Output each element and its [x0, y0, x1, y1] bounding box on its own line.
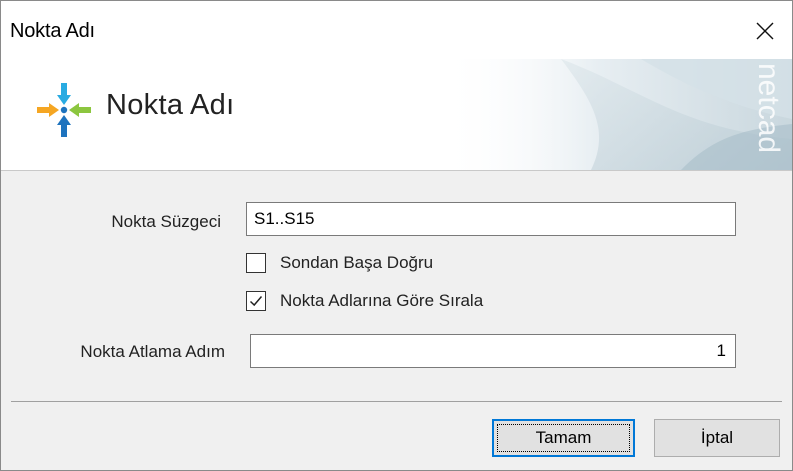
cancel-button[interactable]: İptal — [654, 419, 780, 457]
focus-rectangle — [497, 424, 630, 452]
reverse-order-label[interactable]: Sondan Başa Doğru — [280, 253, 433, 273]
watermark-text: netcad — [752, 63, 785, 153]
reverse-order-checkbox[interactable] — [246, 253, 266, 273]
footer-separator — [11, 401, 782, 402]
sort-by-name-label[interactable]: Nokta Adlarına Göre Sırala — [280, 291, 483, 311]
point-step-input[interactable] — [250, 334, 736, 368]
close-button[interactable] — [740, 1, 792, 59]
banner-title: Nokta Adı — [106, 89, 235, 121]
header-banner: netcad Nokta Adı — [1, 59, 792, 171]
sort-by-name-checkbox[interactable] — [246, 291, 266, 311]
window-title: Nokta Adı — [10, 20, 95, 42]
dialog-window: Nokta Adı netcad Nokta Adı Nokta Süzgeci… — [0, 0, 793, 471]
point-step-label: Nokta Atlama Adım — [80, 342, 225, 361]
point-filter-input[interactable] — [246, 202, 736, 236]
banner-background-graphic: netcad — [441, 59, 792, 170]
ok-button[interactable]: Tamam — [492, 419, 635, 457]
point-filter-label: Nokta Süzgeci — [111, 212, 221, 231]
checkmark-icon — [249, 296, 263, 307]
cancel-button-label: İptal — [700, 428, 734, 447]
netcad-logo-icon — [37, 83, 91, 137]
title-bar[interactable]: Nokta Adı — [1, 1, 792, 59]
close-icon — [756, 22, 774, 40]
